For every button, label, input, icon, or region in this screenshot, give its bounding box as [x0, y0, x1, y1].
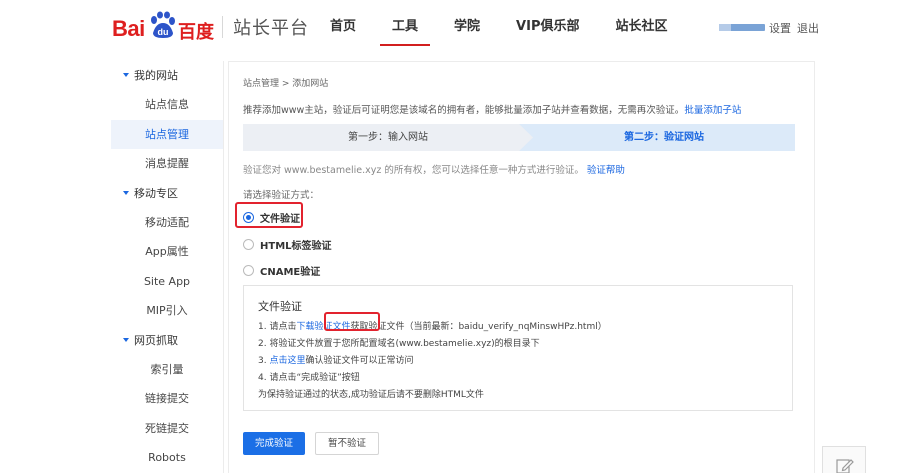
settings-link[interactable]: 设置: [769, 20, 791, 36]
verify-ownership-text: 验证您对 www.bestamelie.xyz 的所有权，您可以选择任意一种方式…: [243, 165, 625, 176]
edit-feedback-icon: [836, 459, 854, 473]
logo-divider: [222, 16, 223, 38]
sidebar-item-site-info[interactable]: 站点信息: [111, 90, 223, 120]
main-panel: 站点管理 > 添加网站 推荐添加www主站，验证后可证明您是该域名的拥有者，能够…: [228, 61, 815, 473]
breadcrumb: 站点管理 > 添加网站: [243, 79, 329, 89]
step-2-active: 第二步：验证网站: [533, 124, 795, 151]
verify-help-link[interactable]: 验证帮助: [587, 165, 625, 176]
instruction-step-1: 1. 请点击下载验证文件获取验证文件（当前最新：baidu_verify_nqM…: [258, 322, 607, 332]
sidebar-item-link-submit[interactable]: 链接提交: [111, 384, 223, 414]
sidebar-item-site-manage[interactable]: 站点管理: [111, 119, 223, 149]
instruction-step-2: 2. 将验证文件放置于您所配置域名(www.bestamelie.xyz)的根目…: [258, 339, 540, 349]
logout-link[interactable]: 退出: [797, 20, 819, 36]
logo-bai: Bai: [112, 16, 145, 41]
file-verify-instructions: 文件验证 1. 请点击下载验证文件获取验证文件（当前最新：baidu_verif…: [243, 285, 793, 411]
triangle-down-icon: [123, 337, 129, 342]
instruction-step-3: 3. 点击这里确认验证文件可以正常访问: [258, 356, 414, 366]
user-name-redacted[interactable]: [719, 24, 765, 31]
nav-home[interactable]: 首页: [318, 0, 368, 52]
instruction-step-4: 4. 请点击“完成验证”按钮: [258, 373, 360, 383]
sidebar-item-mobile-adapt[interactable]: 移动适配: [111, 208, 223, 238]
instruction-note: 为保持验证通过的状态,成功验证后请不要删除HTML文件: [258, 390, 484, 400]
sidebar-item-site-app[interactable]: Site App: [111, 267, 223, 297]
radio-icon[interactable]: [243, 265, 254, 276]
nav-academy[interactable]: 学院: [442, 0, 492, 52]
nav-tools[interactable]: 工具: [380, 0, 431, 52]
nav-vip-club[interactable]: VIP俱乐部: [504, 0, 591, 52]
feedback-button[interactable]: [822, 446, 866, 473]
sidebar-item-mip[interactable]: MIP引入: [111, 296, 223, 326]
triangle-down-icon: [123, 73, 129, 77]
sidebar-group-crawl[interactable]: 网页抓取: [111, 326, 223, 355]
sidebar-item-index[interactable]: 索引量: [111, 355, 223, 385]
platform-title: 站长平台: [233, 18, 309, 39]
nav-community[interactable]: 站长社区: [603, 0, 679, 52]
complete-verify-button[interactable]: 完成验证: [243, 432, 305, 455]
triangle-down-icon: [123, 190, 129, 195]
highlight-box: [324, 312, 380, 331]
highlight-box: [235, 202, 303, 228]
step-1: 第一步：输入网站: [348, 132, 428, 143]
click-here-link[interactable]: 点击这里: [269, 356, 305, 366]
add-site-tip: 推荐添加www主站，验证后可证明您是该域名的拥有者，能够批量添加子站并查看数据，…: [243, 105, 742, 116]
step-progress: 第一步：输入网站 第二步：验证网站: [243, 124, 795, 151]
top-nav: 首页 工具 学院 VIP俱乐部 站长社区: [318, 0, 692, 52]
radio-icon[interactable]: [243, 239, 254, 250]
sidebar-group-my-sites[interactable]: 我的网站: [111, 61, 223, 90]
sidebar: 我的网站 站点信息 站点管理 消息提醒 移动专区 移动适配 App属性 Site…: [111, 61, 224, 473]
choose-method-label: 请选择验证方式：: [243, 190, 320, 201]
option-html-tag-verify[interactable]: HTML标签验证: [243, 237, 332, 252]
baidu-paw-icon: du: [151, 11, 175, 38]
header: Bai du 百度 站长平台 首页 工具 学院 VIP俱乐部 站长社区 设置 退…: [0, 0, 922, 52]
sidebar-item-robots[interactable]: Robots: [111, 443, 223, 473]
sidebar-item-deadlink-submit[interactable]: 死链提交: [111, 414, 223, 444]
svg-text:du: du: [158, 27, 169, 37]
sidebar-item-app-attr[interactable]: App属性: [111, 237, 223, 267]
logo-baidu-cn: 百度: [178, 22, 214, 43]
option-cname-verify[interactable]: CNAME验证: [243, 263, 320, 278]
instructions-title: 文件验证: [258, 300, 302, 313]
batch-add-subsite-link[interactable]: 批量添加子站: [684, 105, 741, 116]
skip-verify-button[interactable]: 暂不验证: [315, 432, 379, 455]
step-arrow-icon: [519, 124, 533, 151]
sidebar-group-mobile[interactable]: 移动专区: [111, 179, 223, 208]
sidebar-item-messages[interactable]: 消息提醒: [111, 149, 223, 179]
baidu-logo[interactable]: Bai du 百度: [112, 8, 218, 43]
